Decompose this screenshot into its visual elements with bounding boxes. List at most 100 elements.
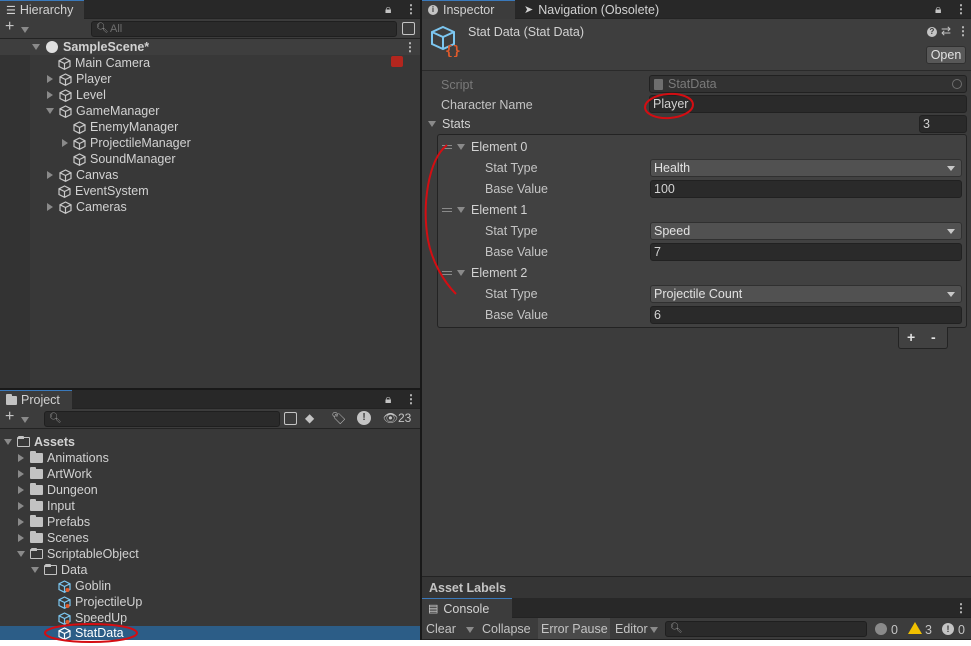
clear-options-chevron-icon[interactable]: [466, 627, 474, 633]
preset-sliders-icon[interactable]: ⇄: [941, 24, 951, 38]
stat-type-dropdown[interactable]: Health: [650, 159, 962, 177]
project-folder-scriptableobject[interactable]: ScriptableObject: [17, 546, 139, 562]
component-menu-icon[interactable]: ⋮: [957, 24, 969, 38]
search-filter-icon[interactable]: [402, 22, 415, 35]
hierarchy-item-eventsystem[interactable]: EventSystem: [58, 183, 149, 199]
expand-arrow-icon[interactable]: [62, 139, 68, 147]
project-assets-root[interactable]: Assets: [4, 434, 75, 450]
open-button[interactable]: Open: [926, 46, 966, 64]
expand-arrow-icon[interactable]: [18, 486, 24, 494]
more-menu-icon[interactable]: ⋮: [405, 2, 417, 16]
expand-arrow-icon[interactable]: [47, 171, 53, 179]
hidden-packages-icon[interactable]: 👁︎: [383, 411, 398, 425]
element-1-foldout[interactable]: Element 1: [457, 202, 527, 218]
add-element-button[interactable]: +: [907, 329, 915, 345]
collapse-arrow-icon[interactable]: [31, 567, 39, 573]
base-value-input[interactable]: 7: [650, 243, 962, 261]
drag-handle-icon[interactable]: [442, 208, 452, 212]
expand-arrow-icon[interactable]: [47, 75, 53, 83]
more-menu-icon[interactable]: ⋮: [955, 601, 967, 615]
collapse-arrow-icon[interactable]: [46, 108, 54, 114]
tab-inspector[interactable]: i Inspector: [422, 0, 515, 19]
collapse-arrow-icon[interactable]: [428, 121, 436, 127]
clear-button[interactable]: Clear: [426, 621, 456, 637]
hierarchy-item-cameras[interactable]: Cameras: [47, 199, 127, 215]
add-icon[interactable]: +: [5, 19, 14, 35]
hierarchy-search-input[interactable]: 🔍︎ All: [91, 21, 397, 37]
error-icon[interactable]: !: [942, 623, 954, 635]
project-folder-prefabs[interactable]: Prefabs: [18, 514, 90, 530]
help-icon[interactable]: ?: [927, 27, 937, 37]
tab-navigation[interactable]: ➤ Navigation (Obsolete): [518, 0, 665, 19]
stat-type-dropdown[interactable]: Speed: [650, 222, 962, 240]
warning-filter-icon[interactable]: !: [357, 411, 371, 425]
console-search-input[interactable]: 🔍︎: [665, 621, 867, 637]
expand-arrow-icon[interactable]: [18, 502, 24, 510]
project-asset-projectileup[interactable]: ProjectileUp: [58, 594, 142, 610]
scene-row[interactable]: SampleScene* ⋮: [0, 39, 420, 55]
collapse-button[interactable]: Collapse: [482, 621, 531, 637]
expand-arrow-icon[interactable]: [18, 534, 24, 542]
project-search-input[interactable]: 🔍︎: [44, 411, 280, 427]
collapse-arrow-icon[interactable]: [457, 144, 465, 150]
base-value-input[interactable]: 100: [650, 180, 962, 198]
warning-icon[interactable]: [908, 622, 922, 634]
filter-by-type-icon[interactable]: ◆: [305, 411, 314, 425]
hierarchy-item-projectilemanager[interactable]: ProjectileManager: [62, 135, 191, 151]
add-icon[interactable]: +: [5, 409, 14, 425]
remove-element-button[interactable]: -: [931, 329, 936, 345]
scene-menu-icon[interactable]: ⋮: [404, 40, 416, 54]
add-dropdown-chevron-icon[interactable]: [21, 27, 29, 33]
hierarchy-item-main-camera[interactable]: Main Camera: [58, 55, 150, 71]
search-by-type-icon[interactable]: [284, 412, 297, 425]
collapse-arrow-icon[interactable]: [4, 439, 12, 445]
project-folder-scenes[interactable]: Scenes: [18, 530, 89, 546]
drag-handle-icon[interactable]: [442, 145, 452, 149]
project-asset-statdata-selected[interactable]: StatData: [0, 626, 420, 640]
expand-arrow-icon[interactable]: [47, 91, 53, 99]
element-2-foldout[interactable]: Element 2: [457, 265, 527, 281]
character-name-input[interactable]: Player: [649, 95, 967, 113]
base-value-input[interactable]: 6: [650, 306, 962, 324]
add-dropdown-chevron-icon[interactable]: [21, 417, 29, 423]
tab-console[interactable]: ▤ Console: [422, 598, 512, 618]
more-menu-icon[interactable]: ⋮: [405, 392, 417, 406]
hierarchy-item-canvas[interactable]: Canvas: [47, 167, 118, 183]
project-asset-speedup[interactable]: SpeedUp: [58, 610, 127, 626]
more-menu-icon[interactable]: ⋮: [955, 2, 967, 16]
tab-project[interactable]: Project: [0, 390, 72, 409]
stats-foldout[interactable]: Stats: [428, 116, 471, 132]
collapse-arrow-icon[interactable]: [457, 270, 465, 276]
hierarchy-item-gamemanager[interactable]: GameManager: [46, 103, 159, 119]
scene-expand-icon[interactable]: [32, 44, 40, 50]
lock-icon[interactable]: 🔒︎: [385, 2, 391, 16]
expand-arrow-icon[interactable]: [18, 518, 24, 526]
project-folder-animations[interactable]: Animations: [18, 450, 109, 466]
project-asset-goblin[interactable]: Goblin: [58, 578, 111, 594]
hierarchy-item-enemymanager[interactable]: EnemyManager: [73, 119, 178, 135]
collapse-arrow-icon[interactable]: [17, 551, 25, 557]
label-tag-icon[interactable]: 🏷︎: [331, 411, 346, 425]
stat-type-dropdown[interactable]: Projectile Count: [650, 285, 962, 303]
collapse-arrow-icon[interactable]: [457, 207, 465, 213]
stats-size-input[interactable]: 3: [919, 115, 967, 133]
expand-arrow-icon[interactable]: [18, 454, 24, 462]
element-0-foldout[interactable]: Element 0: [457, 139, 527, 155]
info-count-icon[interactable]: [875, 623, 887, 635]
project-folder-artwork[interactable]: ArtWork: [18, 466, 92, 482]
error-pause-button[interactable]: Error Pause: [538, 618, 610, 639]
project-folder-dungeon[interactable]: Dungeon: [18, 482, 98, 498]
drag-handle-icon[interactable]: [442, 271, 452, 275]
tab-hierarchy[interactable]: ☰ Hierarchy: [0, 0, 84, 19]
hierarchy-item-player[interactable]: Player: [47, 71, 111, 87]
editor-dropdown[interactable]: Editor: [615, 621, 648, 637]
hierarchy-item-soundmanager[interactable]: SoundManager: [73, 151, 175, 167]
lock-icon[interactable]: 🔒︎: [385, 392, 391, 406]
project-folder-input[interactable]: Input: [18, 498, 75, 514]
project-folder-data[interactable]: Data: [31, 562, 87, 578]
asset-labels-bar[interactable]: Asset Labels: [422, 576, 971, 598]
expand-arrow-icon[interactable]: [47, 203, 53, 211]
hierarchy-item-level[interactable]: Level: [47, 87, 106, 103]
expand-arrow-icon[interactable]: [18, 470, 24, 478]
lock-icon[interactable]: 🔒︎: [935, 2, 941, 16]
